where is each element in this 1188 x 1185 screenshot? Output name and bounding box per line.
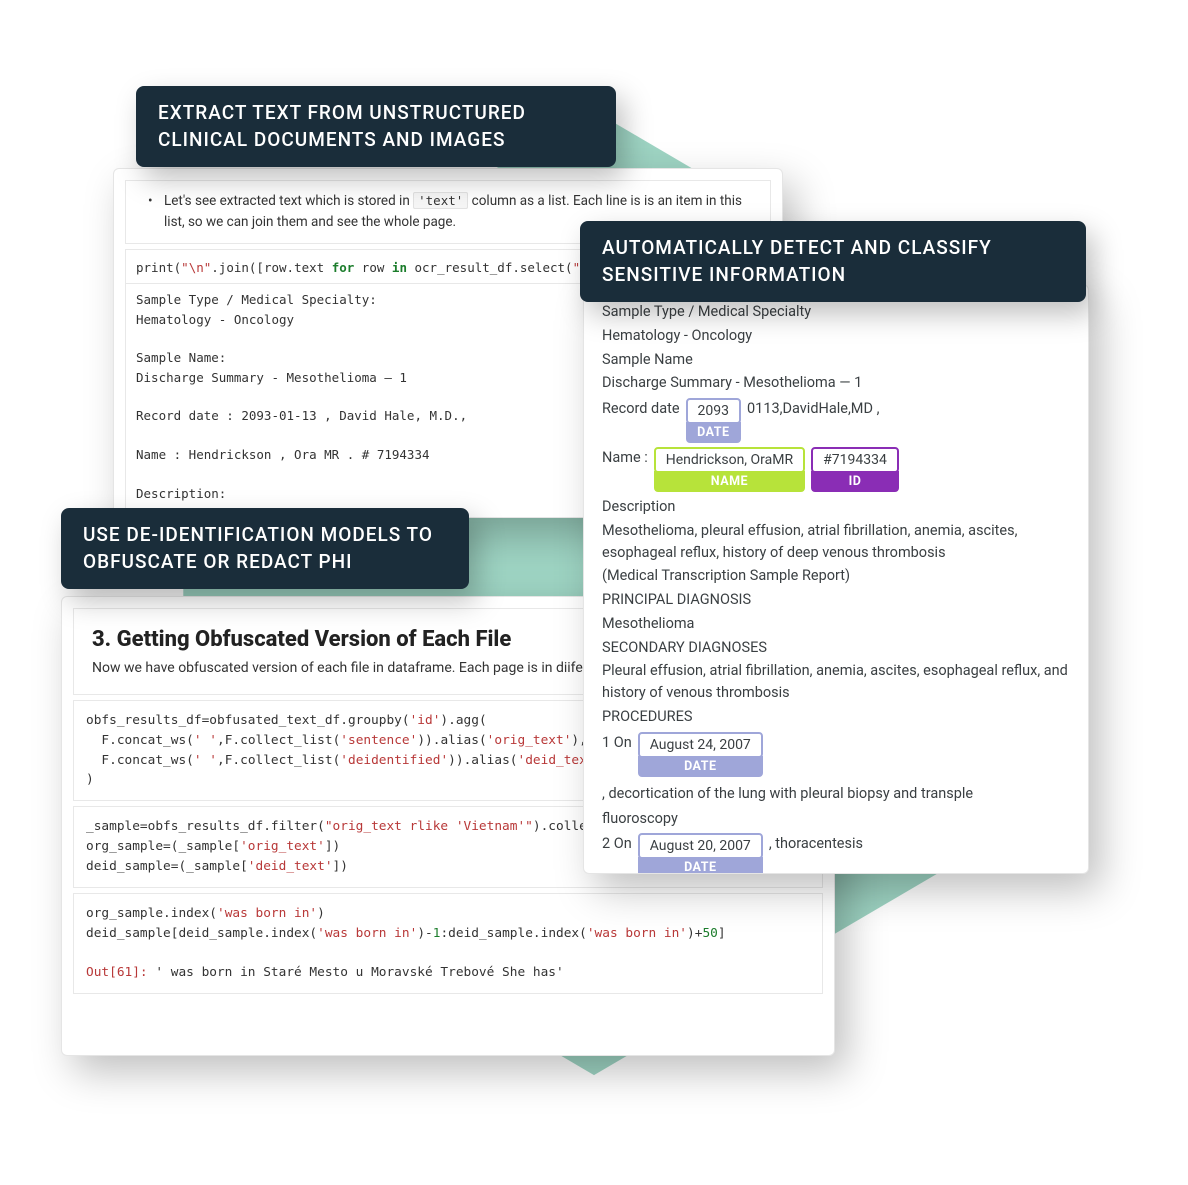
out-label: Out[61]: (86, 965, 155, 980)
intro-text-before: Let's see extracted text which is stored… (164, 193, 413, 209)
label-extract: EXTRACT TEXT FROM UNSTRUCTURED CLINICAL … (136, 86, 616, 167)
sd-heading: SECONDARY DIAGNOSES (602, 637, 1070, 659)
entity-tag: ID (811, 471, 899, 492)
pd-text: Mesothelioma (602, 613, 1070, 635)
entity-value: #7194334 (811, 447, 899, 473)
c1l2s2: 'sentence' (340, 733, 417, 748)
desc-text: Mesothelioma, pleural effusion, atrial f… (602, 520, 1070, 564)
record-prefix: Record date (602, 398, 680, 419)
code-mid: row (354, 260, 392, 275)
kw-in: in (392, 260, 407, 275)
p1-prefix: 1 On (602, 732, 632, 753)
code-join: .join([row.text (211, 260, 331, 275)
c1l3s2: 'deidentified' (340, 753, 448, 768)
row-proc-2: 2 On August 20, 2007 DATE , thoracentesi… (602, 833, 1070, 874)
entity-tag: DATE (638, 857, 763, 874)
line-discharge: Discharge Summary - Mesothelioma — 1 (602, 372, 1070, 394)
c3l2s1: 'was born in' (317, 926, 417, 941)
label-deid: USE DE-IDENTIFICATION MODELS TO OBFUSCAT… (61, 508, 469, 589)
c1l3c: )).alias( (448, 753, 517, 768)
c1l1a: obfs_results_df=obfusated_text_df.groupb… (86, 713, 410, 728)
c1l2a: F.concat_ws( (86, 733, 194, 748)
p1-suffix: , decortication of the lung with pleural… (602, 783, 973, 804)
entity-value: August 24, 2007 (638, 732, 763, 758)
c3l2n2: 50 (702, 926, 717, 941)
c3l1b: ) (317, 906, 325, 921)
record-suffix: 0113,DavidHale,MD , (747, 398, 879, 419)
c3l1a: org_sample.index( (86, 906, 217, 921)
c3l2s2: 'was born in' (587, 926, 687, 941)
card-entities: Sample Type / Medical Specialty Hematolo… (583, 284, 1089, 874)
c2l2a: org_sample=(_sample[ (86, 839, 240, 854)
c2l3s: 'deid_text' (248, 859, 333, 874)
p2-prefix: 2 On (602, 833, 632, 854)
c3l2c: :deid_sample.index( (440, 926, 586, 941)
entity-tag: NAME (654, 471, 805, 492)
c1l2c: )).alias( (417, 733, 486, 748)
line-sample-name: Sample Name (602, 349, 1070, 371)
c2l2s: 'orig_text' (240, 839, 325, 854)
c3l2a: deid_sample[deid_sample.index( (86, 926, 317, 941)
report-line: (Medical Transcription Sample Report) (602, 565, 1070, 587)
out-text: ' was born in Staré Mesto u Moravské Tre… (155, 965, 563, 980)
c1l2s1: ' ' (194, 733, 217, 748)
c3l2e: ] (718, 926, 726, 941)
c1l4: ) (86, 772, 94, 787)
c1l3s1: ' ' (194, 753, 217, 768)
label-classify: AUTOMATICALLY DETECT AND CLASSIFY SENSIT… (580, 221, 1086, 302)
p2-suffix: , thoracentesis (769, 833, 863, 854)
c1l3b: ,F.collect_list( (217, 753, 340, 768)
code-cell-3: org_sample.index('was born in') deid_sam… (73, 893, 823, 994)
desc-heading: Description (602, 496, 1070, 518)
entity-value: August 20, 2007 (638, 833, 763, 859)
row-name: Name : Hendrickson, OraMR NAME #7194334 … (602, 447, 1070, 492)
c1l1s: 'id' (410, 713, 441, 728)
entity-id: #7194334 ID (811, 447, 899, 492)
sd-text: Pleural effusion, atrial fibrillation, a… (602, 660, 1070, 704)
c1l2b: ,F.collect_list( (217, 733, 340, 748)
row-proc-1: 1 On August 24, 2007 DATE , decorticatio… (602, 732, 1070, 804)
line-hematology: Hematology - Oncology (602, 325, 1070, 347)
code-tail: ocr_result_df.select( (407, 260, 573, 275)
c2l3a: deid_sample=(_sample[ (86, 859, 248, 874)
pd-heading: PRINCIPAL DIAGNOSIS (602, 589, 1070, 611)
fluoro-line: fluoroscopy (602, 808, 1070, 830)
intro-code-token: 'text' (413, 192, 468, 209)
entity-date-aug24: August 24, 2007 DATE (638, 732, 763, 777)
proc-heading: PROCEDURES (602, 706, 1070, 728)
c3l2d: )+ (687, 926, 702, 941)
line-sample-type: Sample Type / Medical Specialty (602, 301, 1070, 323)
c2l2b: ]) (325, 839, 340, 854)
c2l3b: ]) (333, 859, 348, 874)
entity-value: 2093 (686, 398, 741, 424)
c3l1s: 'was born in' (217, 906, 317, 921)
row-record-date: Record date 2093 DATE 0113,DavidHale,MD … (602, 398, 1070, 443)
str-newline: "\n" (181, 260, 211, 275)
kw-for: for (332, 260, 355, 275)
entity-date-aug20: August 20, 2007 DATE (638, 833, 763, 874)
c3l2b: )- (417, 926, 432, 941)
entity-name: Hendrickson, OraMR NAME (654, 447, 805, 492)
c1l3a: F.concat_ws( (86, 753, 194, 768)
entity-tag: DATE (686, 422, 741, 443)
name-prefix: Name : (602, 447, 648, 468)
entity-tag: DATE (638, 756, 763, 777)
c2l1a: _sample=obfs_results_df.filter( (86, 819, 325, 834)
entity-date-2093: 2093 DATE (686, 398, 741, 443)
print-call: print (136, 260, 174, 275)
c1l2s3: 'orig_text' (487, 733, 572, 748)
c1l1b: ).agg( (440, 713, 486, 728)
entity-value: Hendrickson, OraMR (654, 447, 805, 473)
c2l1s: "orig_text rlike 'Vietnam'" (325, 819, 533, 834)
